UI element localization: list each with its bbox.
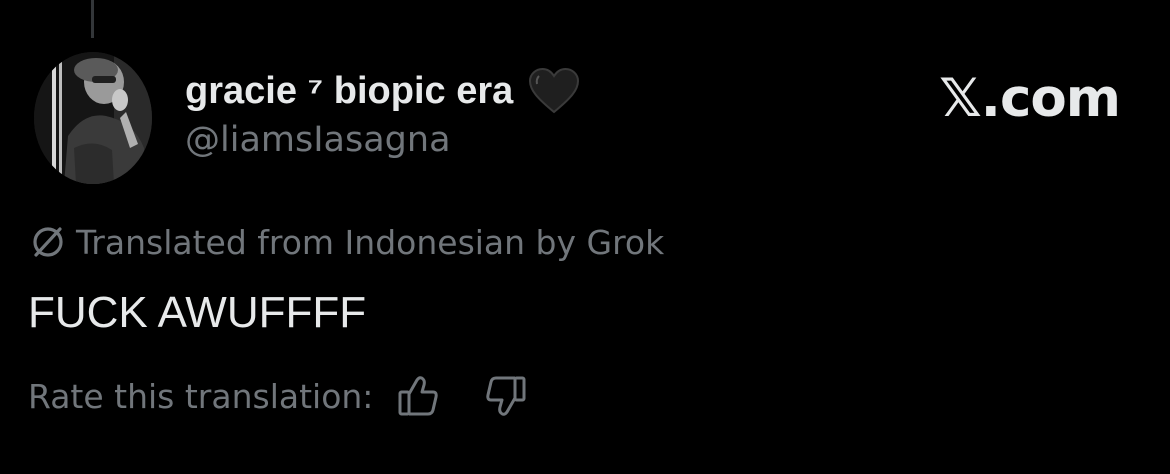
rate-translation-label: Rate this translation: (28, 376, 374, 416)
tweet-author: gracie ⁷ biopic era @liamsIasagna (185, 62, 581, 160)
author-handle[interactable]: @liamsIasagna (185, 120, 581, 160)
thumbs-up-icon[interactable] (395, 372, 443, 420)
tweet-text: FUCK AWUFFFF (28, 288, 367, 337)
black-heart-icon (527, 66, 581, 116)
x-brand-logo: 𝕏.com (939, 68, 1121, 129)
avatar-photo (34, 52, 152, 184)
translate-icon (28, 222, 68, 262)
translation-notice-text: Translated from Indonesian by Grok (76, 222, 665, 262)
rate-translation-row: Rate this translation: (28, 372, 529, 420)
author-display-name[interactable]: gracie ⁷ biopic era (185, 70, 513, 113)
thumbs-down-icon[interactable] (481, 372, 529, 420)
avatar[interactable] (34, 52, 152, 184)
thread-connector-line (91, 0, 94, 38)
translation-notice: Translated from Indonesian by Grok (28, 222, 664, 262)
